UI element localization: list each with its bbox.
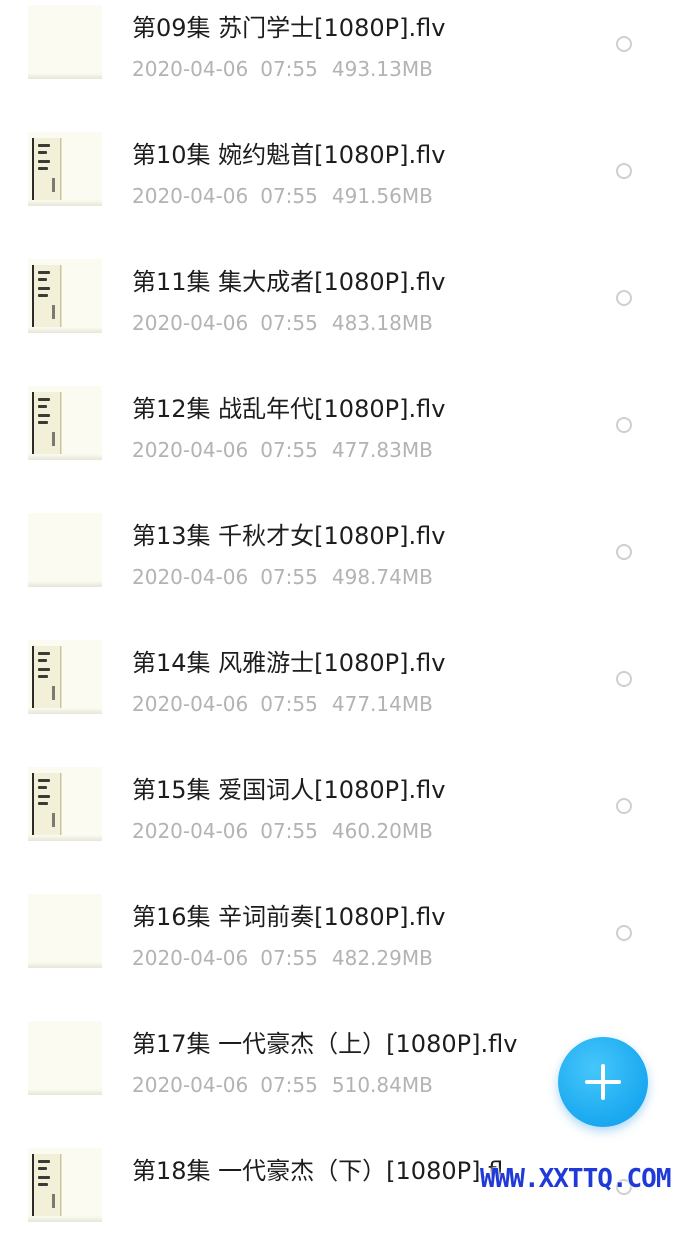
plus-icon [585,1064,621,1100]
file-date: 2020-04-06 [132,438,249,462]
video-thumbnail [28,513,102,587]
video-thumbnail [28,894,102,968]
file-name: 第14集 风雅游士[1080P].flv [132,649,446,677]
file-size: 477.83MB [331,438,433,462]
file-name: 第18集 一代豪杰（下）[1080P].fl [132,1157,504,1185]
file-time: 07:55 [260,57,318,81]
select-radio[interactable] [616,290,632,306]
add-button[interactable] [558,1037,648,1127]
file-meta: 2020-04-06 07:55 460.20MB [132,818,433,844]
file-date: 2020-04-06 [132,184,249,208]
file-date: 2020-04-06 [132,946,249,970]
file-name: 第16集 辛词前奏[1080P].flv [132,903,446,931]
video-thumbnail [28,640,102,714]
list-item[interactable]: 第11集 集大成者[1080P].flv 2020-04-06 07:55 483.… [0,230,678,357]
list-item[interactable]: 第09集 苏门学士[1080P].flv 2020-04-06 07:55 493.… [0,0,678,103]
select-radio[interactable] [616,163,632,179]
video-thumbnail [28,259,102,333]
file-date: 2020-04-06 [132,692,249,716]
file-size: 482.29MB [331,946,433,970]
video-thumbnail [28,1148,102,1222]
file-meta: 2020-04-06 07:55 477.14MB [132,691,433,717]
file-date: 2020-04-06 [132,1073,249,1097]
file-meta: 2020-04-06 07:55 491.56MB [132,183,433,209]
file-date: 2020-04-06 [132,819,249,843]
select-radio[interactable] [616,798,632,814]
file-meta: 2020-04-06 07:55 493.13MB [132,56,433,82]
file-time: 07:55 [260,565,318,589]
list-item[interactable]: 第10集 婉约魁首[1080P].flv 2020-04-06 07:55 491.… [0,103,678,230]
video-thumbnail [28,767,102,841]
select-radio[interactable] [616,544,632,560]
select-radio[interactable] [616,671,632,687]
file-name: 第10集 婉约魁首[1080P].flv [132,141,446,169]
file-name: 第15集 爱国词人[1080P].flv [132,776,446,804]
file-meta: 2020-04-06 07:55 482.29MB [132,945,433,971]
file-date: 2020-04-06 [132,311,249,335]
list-item[interactable]: 第16集 辛词前奏[1080P].flv 2020-04-06 07:55 482.… [0,865,678,992]
file-time: 07:55 [260,438,318,462]
file-meta: 2020-04-06 07:55 498.74MB [132,564,433,590]
select-radio[interactable] [616,925,632,941]
file-time: 07:55 [260,311,318,335]
file-meta: 2020-04-06 07:55 510.84MB [132,1072,433,1098]
file-date: 2020-04-06 [132,565,249,589]
watermark: WWW.XXTTQ.COM [480,1164,672,1194]
file-size: 460.20MB [331,819,433,843]
video-thumbnail [28,1021,102,1095]
video-thumbnail [28,386,102,460]
select-radio[interactable] [616,36,632,52]
file-size: 510.84MB [331,1073,433,1097]
file-size: 493.13MB [331,57,433,81]
file-time: 07:55 [260,819,318,843]
file-meta [132,1199,158,1225]
file-time: 07:55 [260,1073,318,1097]
file-size: 477.14MB [331,692,433,716]
file-list-screen: { "files": [ {"title": "第09集 苏门学士[1080P]… [0,0,678,1222]
list-item[interactable]: 第14集 风雅游士[1080P].flv 2020-04-06 07:55 477.… [0,611,678,738]
file-name: 第11集 集大成者[1080P].flv [132,268,446,296]
file-size: 491.56MB [331,184,433,208]
video-thumbnail [28,5,102,79]
file-name: 第12集 战乱年代[1080P].flv [132,395,446,423]
file-time: 07:55 [260,184,318,208]
file-size: 483.18MB [331,311,433,335]
list-item[interactable]: 第12集 战乱年代[1080P].flv 2020-04-06 07:55 477.… [0,357,678,484]
list-item[interactable]: 第13集 千秋才女[1080P].flv 2020-04-06 07:55 498.… [0,484,678,611]
file-time: 07:55 [260,692,318,716]
list-item[interactable]: 第15集 爱国词人[1080P].flv 2020-04-06 07:55 460.… [0,738,678,865]
select-radio[interactable] [616,417,632,433]
file-meta: 2020-04-06 07:55 477.83MB [132,437,433,463]
file-name: 第17集 一代豪杰（上）[1080P].flv [132,1030,518,1058]
file-time: 07:55 [260,946,318,970]
file-meta: 2020-04-06 07:55 483.18MB [132,310,433,336]
file-date: 2020-04-06 [132,57,249,81]
file-size: 498.74MB [331,565,433,589]
file-name: 第09集 苏门学士[1080P].flv [132,14,446,42]
file-name: 第13集 千秋才女[1080P].flv [132,522,446,550]
video-thumbnail [28,132,102,206]
